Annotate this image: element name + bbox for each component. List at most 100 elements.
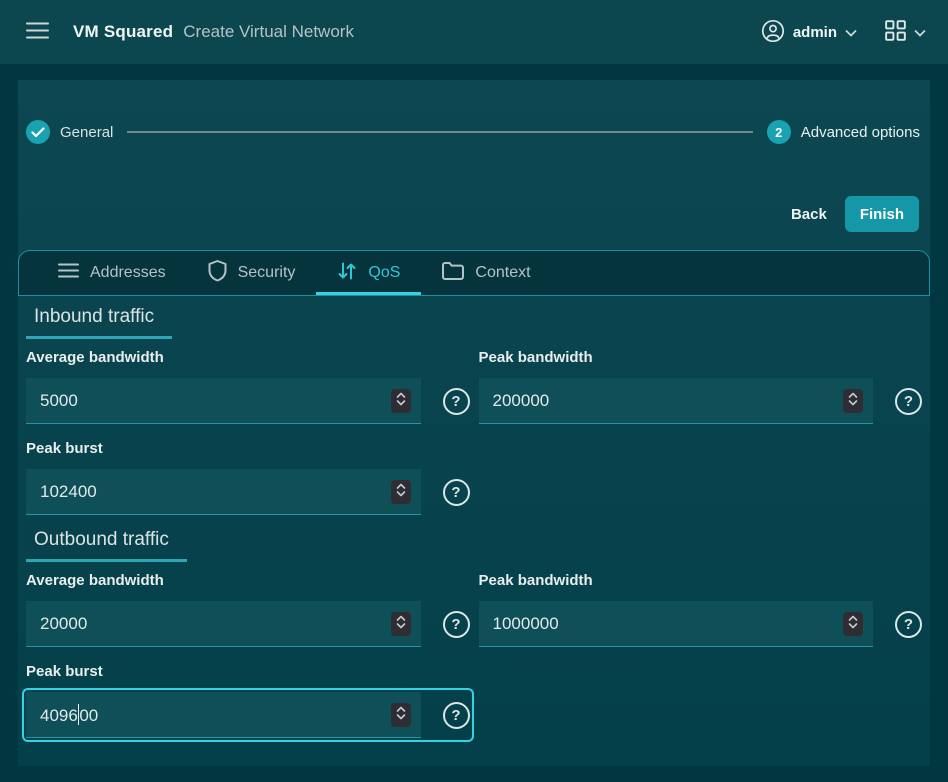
field-row-focused: 409600 ? <box>22 688 474 742</box>
spinner-control[interactable] <box>843 389 863 413</box>
field-row: ? <box>22 597 474 651</box>
inbound-peak-bandwidth-input[interactable] <box>479 378 874 424</box>
spinner-control[interactable] <box>843 612 863 636</box>
shield-icon <box>208 260 227 287</box>
field-row: ? <box>22 374 474 428</box>
spinner-control[interactable] <box>391 480 411 504</box>
tab-bar: Addresses Security QoS <box>18 250 930 296</box>
field-outbound-average-bandwidth: Average bandwidth ? <box>26 572 470 651</box>
question-mark-icon: ? <box>451 394 460 409</box>
inbound-average-bandwidth-input[interactable] <box>26 378 421 424</box>
section-title-inbound: Inbound traffic <box>26 306 172 339</box>
menu-button[interactable] <box>22 18 53 46</box>
help-button[interactable]: ? <box>895 388 922 415</box>
wizard-stepper: General 2 Advanced options Back Finish <box>18 80 930 250</box>
outbound-average-bandwidth-input[interactable] <box>26 601 421 647</box>
field-label: Peak burst <box>26 663 470 680</box>
field-outbound-peak-burst: Peak burst 409600 ? <box>26 663 470 742</box>
folder-icon <box>442 262 464 285</box>
tab-qos[interactable]: QoS <box>316 251 421 295</box>
step-number: 2 <box>775 125 782 140</box>
user-menu[interactable]: admin <box>761 19 857 46</box>
spinner-chevrons-icon <box>395 391 407 410</box>
field-row: ? <box>475 374 927 428</box>
list-icon <box>58 263 79 283</box>
section-inbound-traffic: Inbound traffic Average bandwidth <box>26 306 922 519</box>
stepper-row: General 2 Advanced options <box>26 120 920 144</box>
spinner-chevrons-icon <box>395 482 407 501</box>
brand-title: VM Squared <box>73 22 173 42</box>
question-mark-icon: ? <box>451 485 460 500</box>
app: VM Squared Create Virtual Network admin <box>0 0 948 782</box>
outbound-average-bandwidth-value[interactable] <box>26 614 391 634</box>
inbound-peak-bandwidth-value[interactable] <box>479 391 844 411</box>
apps-grid-icon <box>885 20 906 44</box>
page-title: Create Virtual Network <box>183 22 354 42</box>
spinner-control[interactable] <box>391 612 411 636</box>
field-inbound-peak-bandwidth: Peak bandwidth ? <box>479 349 923 428</box>
help-button[interactable]: ? <box>443 702 470 729</box>
inbound-average-bandwidth-value[interactable] <box>26 391 391 411</box>
question-mark-icon: ? <box>451 708 460 723</box>
inbound-peak-burst-input[interactable] <box>26 469 421 515</box>
spinner-chevrons-icon <box>847 614 859 633</box>
stepper-connector <box>127 131 752 133</box>
finish-button[interactable]: Finish <box>845 196 919 232</box>
back-button[interactable]: Back <box>775 198 843 231</box>
field-label: Peak bandwidth <box>479 572 923 589</box>
field-label: Average bandwidth <box>26 349 470 366</box>
tab-label: Security <box>238 264 296 282</box>
help-button[interactable]: ? <box>895 611 922 638</box>
tab-label: Addresses <box>90 264 166 282</box>
wizard-actions: Back Finish <box>26 196 920 232</box>
outbound-peak-burst-input[interactable]: 409600 <box>26 692 421 738</box>
spinner-chevrons-icon <box>395 614 407 633</box>
spinner-chevrons-icon <box>395 705 407 724</box>
step-general[interactable]: General <box>26 120 113 144</box>
field-row: ? <box>475 597 927 651</box>
chevron-down-icon <box>845 25 857 40</box>
outbound-peak-bandwidth-value[interactable] <box>479 614 844 634</box>
step-complete-icon <box>26 120 50 144</box>
apps-menu[interactable] <box>885 20 926 44</box>
help-button[interactable]: ? <box>443 479 470 506</box>
field-outbound-peak-bandwidth: Peak bandwidth ? <box>479 572 923 651</box>
outbound-peak-bandwidth-input[interactable] <box>479 601 874 647</box>
top-bar: VM Squared Create Virtual Network admin <box>0 0 948 64</box>
step-label: Advanced options <box>801 124 920 141</box>
spinner-control[interactable] <box>391 389 411 413</box>
arrows-up-down-icon <box>337 261 357 286</box>
field-inbound-average-bandwidth: Average bandwidth ? <box>26 349 470 428</box>
tab-addresses[interactable]: Addresses <box>37 251 187 295</box>
menu-icon <box>26 22 49 42</box>
inbound-fields-grid: Average bandwidth ? <box>26 349 922 519</box>
tab-label: Context <box>475 264 530 282</box>
outbound-peak-burst-value[interactable]: 409600 <box>26 704 391 726</box>
outbound-fields-grid: Average bandwidth ? <box>26 572 922 742</box>
section-title-outbound: Outbound traffic <box>26 529 187 562</box>
question-mark-icon: ? <box>904 617 913 632</box>
spinner-chevrons-icon <box>847 391 859 410</box>
content-card: General 2 Advanced options Back Finish <box>18 80 930 766</box>
tab-context[interactable]: Context <box>421 251 551 295</box>
step-number-badge: 2 <box>767 120 791 144</box>
breadcrumb: VM Squared Create Virtual Network <box>73 22 354 42</box>
spinner-control[interactable] <box>391 703 411 727</box>
qos-form: Inbound traffic Average bandwidth <box>18 296 930 766</box>
field-row: ? <box>22 465 474 519</box>
field-label: Peak burst <box>26 440 470 457</box>
step-label: General <box>60 124 113 141</box>
field-inbound-peak-burst: Peak burst ? <box>26 440 470 519</box>
inbound-peak-burst-value[interactable] <box>26 482 391 502</box>
question-mark-icon: ? <box>451 617 460 632</box>
question-mark-icon: ? <box>904 394 913 409</box>
help-button[interactable]: ? <box>443 611 470 638</box>
step-advanced-options[interactable]: 2 Advanced options <box>767 120 920 144</box>
tab-security[interactable]: Security <box>187 251 317 295</box>
field-label: Peak bandwidth <box>479 349 923 366</box>
section-outbound-traffic: Outbound traffic Average bandwidth <box>26 529 922 742</box>
help-button[interactable]: ? <box>443 388 470 415</box>
user-name: admin <box>793 24 837 41</box>
field-label: Average bandwidth <box>26 572 470 589</box>
tab-label: QoS <box>368 264 400 282</box>
